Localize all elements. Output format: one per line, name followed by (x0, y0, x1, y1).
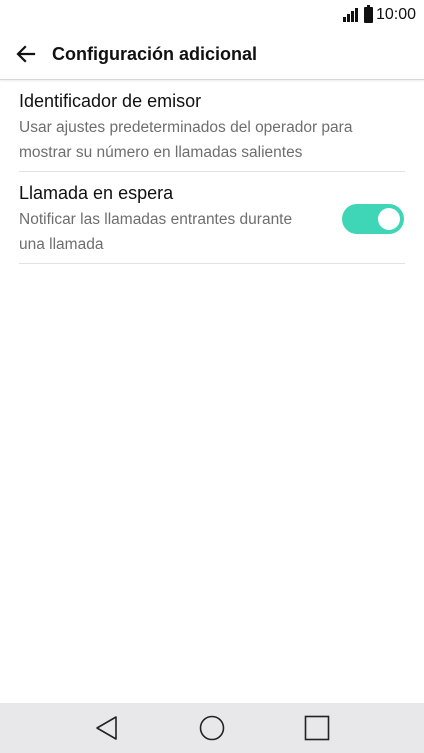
circle-home-icon (199, 715, 225, 741)
setting-description-line-1: Usar ajustes predeterminados del operado… (19, 119, 353, 136)
setting-description-line-2: una llamada (19, 236, 104, 253)
setting-caller-id[interactable]: Identificador de emisor Usar ajustes pre… (19, 80, 405, 172)
setting-description-line-2: mostrar su número en llamadas salientes (19, 144, 303, 161)
navigation-bar (0, 703, 424, 753)
nav-home-button[interactable] (182, 703, 242, 753)
settings-list: Identificador de emisor Usar ajustes pre… (19, 80, 405, 264)
setting-title: Llamada en espera (19, 183, 174, 203)
triangle-back-icon (95, 716, 117, 740)
setting-call-waiting[interactable]: Llamada en espera Notificar las llamadas… (19, 172, 405, 264)
status-bar: 10:00 (0, 0, 424, 29)
toggle-knob (378, 208, 400, 230)
square-recents-icon (305, 715, 330, 741)
signal-icon (342, 7, 358, 22)
nav-back-button[interactable] (77, 703, 137, 753)
status-time: 10:00 (375, 5, 416, 23)
setting-title: Identificador de emisor (19, 91, 202, 111)
setting-description-line-1: Notificar las llamadas entrantes durante (19, 211, 293, 228)
call-waiting-toggle[interactable] (342, 204, 404, 234)
back-button[interactable] (0, 29, 52, 80)
app-header: Configuración adicional (0, 29, 424, 80)
nav-recents-button[interactable] (287, 703, 347, 753)
page-title: Configuración adicional (52, 43, 258, 64)
battery-icon (363, 4, 373, 23)
arrow-left-icon (16, 45, 36, 63)
